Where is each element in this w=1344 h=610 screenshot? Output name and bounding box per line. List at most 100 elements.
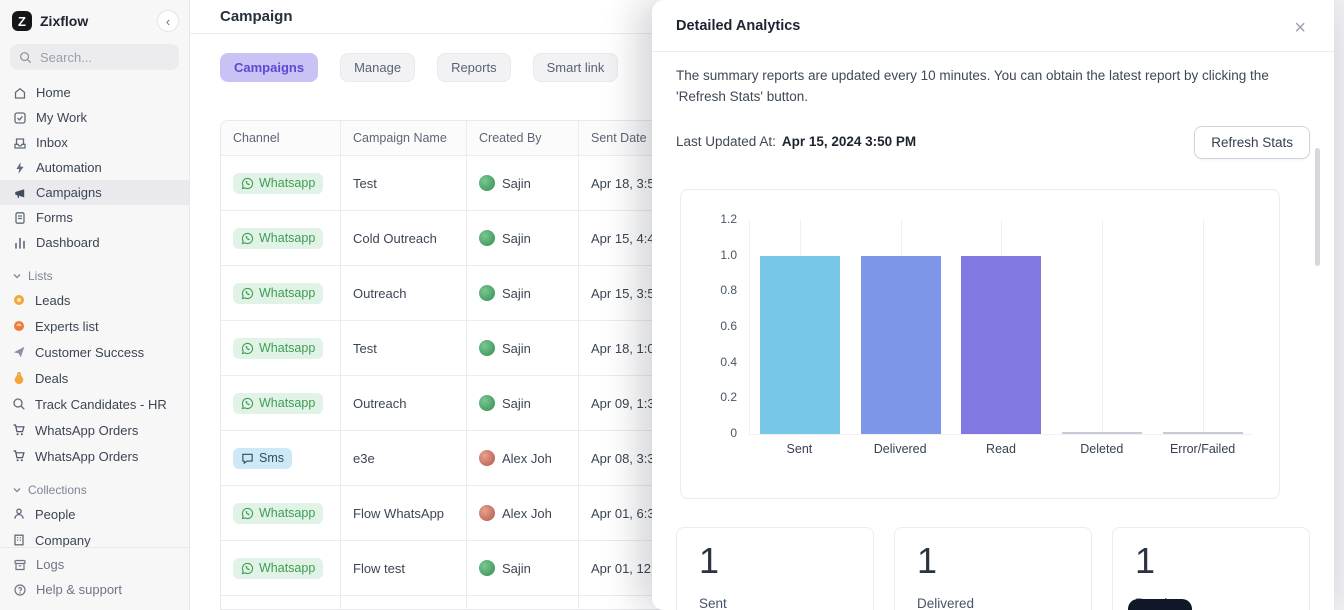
campaign-name-cell: Flow test	[341, 541, 467, 595]
avatar	[479, 340, 495, 356]
sidebar-footer: Logs Help & support	[0, 547, 189, 610]
person-icon	[12, 507, 26, 521]
gridline	[1102, 220, 1103, 434]
chevron-down-icon	[12, 271, 22, 281]
sms-channel-badge: Sms	[233, 448, 292, 469]
modal-title: Detailed Analytics	[676, 18, 800, 34]
avatar	[479, 175, 495, 191]
tab-reports[interactable]: Reports	[437, 53, 511, 82]
last-updated: Last Updated At: Apr 15, 2024 3:50 PM	[676, 133, 916, 151]
sidebar-item-customer-success[interactable]: Customer Success	[0, 339, 189, 365]
sidebar-item-leads[interactable]: Leads	[0, 287, 189, 313]
whatsapp-icon	[241, 177, 254, 190]
stat-value: 1	[699, 540, 851, 582]
last-updated-value: Apr 15, 2024 3:50 PM	[782, 134, 916, 149]
stat-value: 1	[917, 540, 1069, 582]
x-tick-label: Deleted	[1051, 442, 1152, 456]
sidebar-item-experts-list[interactable]: Experts list	[0, 313, 189, 339]
refresh-row: Last Updated At: Apr 15, 2024 3:50 PM Ref…	[676, 126, 1310, 159]
chevron-left-icon: ‹	[166, 15, 170, 28]
sidebar-item-forms[interactable]: Forms	[0, 205, 189, 230]
sidebar-item-help-support[interactable]: Help & support	[0, 577, 189, 602]
lists-section-header[interactable]: Lists	[0, 265, 189, 287]
building-icon	[12, 533, 26, 547]
campaign-name-cell: Outreach	[341, 266, 467, 320]
whatsapp-icon	[241, 232, 254, 245]
sidebar-item-home[interactable]: Home	[0, 80, 189, 105]
chart-plot-area	[749, 220, 1253, 435]
sidebar-item-whatsapp-orders-2[interactable]: WhatsApp Orders	[0, 443, 189, 469]
app-root: Z Zixflow ‹ Home My Work Inbox Automat	[0, 0, 1344, 610]
sidebar-item-label: Automation	[36, 160, 102, 175]
tab-smart-link[interactable]: Smart link	[533, 53, 619, 82]
sidebar-item-dashboard[interactable]: Dashboard	[0, 230, 189, 255]
sidebar-item-automation[interactable]: Automation	[0, 155, 189, 180]
stat-card-delivered: 1 Delivered	[894, 527, 1092, 610]
help-circle-icon	[12, 583, 27, 597]
search-field[interactable]	[38, 49, 170, 66]
tab-manage[interactable]: Manage	[340, 53, 415, 82]
campaign-name-cell: Flow WhatsApp	[341, 486, 467, 540]
y-tick-label: 1.2	[720, 212, 737, 226]
sidebar-collapse-button[interactable]: ‹	[157, 10, 179, 32]
sidebar-item-label: Campaigns	[36, 185, 102, 200]
x-tick-label: Sent	[749, 442, 850, 456]
sidebar-item-deals[interactable]: Deals	[0, 365, 189, 391]
sidebar-item-track-candidates-hr[interactable]: Track Candidates - HR	[0, 391, 189, 417]
y-tick-label: 0.2	[720, 390, 737, 404]
magnifier-icon	[12, 397, 26, 411]
partially-visible-dark-element	[1128, 599, 1192, 610]
x-tick-label: Read	[951, 442, 1052, 456]
sidebar-item-label: Dashboard	[36, 235, 100, 250]
whatsapp-channel-badge: Whatsapp	[233, 558, 323, 579]
whatsapp-icon	[241, 287, 254, 300]
column-header-channel[interactable]: Channel	[221, 121, 341, 155]
tab-campaigns[interactable]: Campaigns	[220, 53, 318, 82]
whatsapp-channel-badge: Whatsapp	[233, 283, 323, 304]
stat-card-sent: 1 Sent	[676, 527, 874, 610]
creator-name: Sajin	[502, 286, 531, 301]
page-title: Campaign	[220, 8, 293, 25]
bar-sent	[760, 256, 840, 434]
creator-cell	[467, 596, 579, 610]
sidebar-item-label: Inbox	[36, 135, 68, 150]
collections-section-header[interactable]: Collections	[0, 479, 189, 501]
last-updated-label: Last Updated At:	[676, 134, 776, 149]
summary-description: The summary reports are updated every 10…	[676, 66, 1288, 108]
form-icon	[12, 211, 27, 225]
avatar	[479, 505, 495, 521]
modal-scrollbar-thumb[interactable]	[1315, 148, 1320, 266]
modal-body: The summary reports are updated every 10…	[652, 66, 1334, 610]
creator-name: Sajin	[502, 561, 531, 576]
close-button[interactable]: ×	[1292, 16, 1308, 40]
orange-circle-icon	[12, 319, 26, 333]
sidebar-item-people[interactable]: People	[0, 501, 189, 527]
sidebar-item-my-work[interactable]: My Work	[0, 105, 189, 130]
sidebar-item-whatsapp-orders-1[interactable]: WhatsApp Orders	[0, 417, 189, 443]
lightning-icon	[12, 161, 27, 175]
avatar	[479, 450, 495, 466]
sidebar-item-inbox[interactable]: Inbox	[0, 130, 189, 155]
search-input[interactable]	[10, 44, 179, 70]
detailed-analytics-modal: Detailed Analytics × The summary reports…	[652, 0, 1334, 610]
home-icon	[12, 86, 27, 100]
campaign-name-cell: e3e	[341, 431, 467, 485]
y-tick-label: 0	[730, 426, 737, 440]
bar-deleted	[1062, 432, 1142, 434]
app-name: Zixflow	[40, 13, 149, 29]
sidebar-item-label: Forms	[36, 210, 73, 225]
whatsapp-icon	[241, 507, 254, 520]
paper-plane-icon	[12, 345, 26, 359]
gridline	[1203, 220, 1204, 434]
megaphone-icon	[12, 186, 27, 200]
refresh-stats-button[interactable]: Refresh Stats	[1194, 126, 1310, 159]
whatsapp-icon	[241, 397, 254, 410]
sidebar-item-logs[interactable]: Logs	[0, 552, 189, 577]
column-header-campaign-name[interactable]: Campaign Name	[341, 121, 467, 155]
sidebar-item-campaigns[interactable]: Campaigns	[0, 180, 189, 205]
avatar	[479, 230, 495, 246]
campaign-name-cell: Test	[341, 321, 467, 375]
archive-icon	[12, 558, 27, 572]
whatsapp-channel-badge: Whatsapp	[233, 173, 323, 194]
column-header-created-by[interactable]: Created By	[467, 121, 579, 155]
